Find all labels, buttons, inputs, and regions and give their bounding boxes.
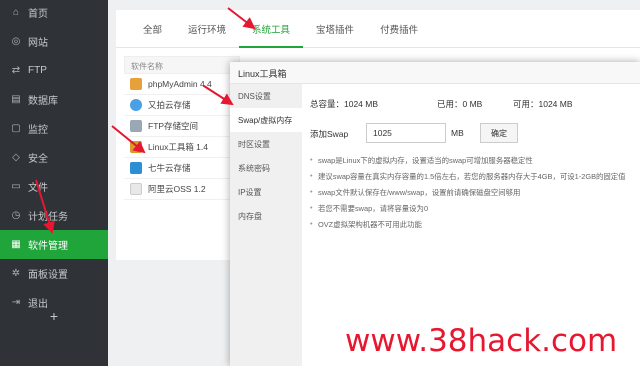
sidebar-item-settings[interactable]: ✲ 面板设置 bbox=[0, 259, 108, 288]
sidebar-item-cron[interactable]: ◷ 计划任务 bbox=[0, 201, 108, 230]
list-item[interactable]: 又拍云存储 bbox=[124, 95, 240, 116]
add-swap-label: 添加Swap bbox=[310, 129, 349, 139]
swap-size-input[interactable] bbox=[366, 123, 446, 143]
add-swap-row: 添加Swap MB 确定 bbox=[310, 123, 640, 143]
tab-all[interactable]: 全部 bbox=[130, 14, 175, 48]
confirm-button[interactable]: 确定 bbox=[480, 123, 518, 143]
globe-icon: ◎ bbox=[11, 36, 21, 47]
tip-item: swap文件默认保存在/www/swap，设置前请确保磁盘空间够用 bbox=[310, 187, 640, 203]
ftp-icon: ⇄ bbox=[11, 65, 21, 76]
logout-icon: ⇥ bbox=[11, 297, 21, 308]
sidebar-item-label: 监控 bbox=[28, 125, 48, 136]
sidebar-item-label: 面板设置 bbox=[28, 270, 68, 281]
tip-item: swap是Linux下的虚拟内存，设置适当的swap可增加服务器稳定性 bbox=[310, 155, 640, 171]
sidebar-item-label: 数据库 bbox=[28, 96, 58, 107]
list-item[interactable]: 七牛云存储 bbox=[124, 158, 240, 179]
upyun-icon bbox=[130, 99, 142, 111]
column-header: 软件名称 bbox=[124, 56, 240, 74]
add-icon[interactable]: + bbox=[0, 308, 108, 324]
sidebar-item-label: 软件管理 bbox=[28, 241, 68, 252]
tab-paid-plugins[interactable]: 付费插件 bbox=[367, 14, 431, 48]
list-item[interactable]: 阿里云OSS 1.2 bbox=[124, 179, 240, 200]
list-item[interactable]: phpMyAdmin 4.4 bbox=[124, 74, 240, 95]
nav-password[interactable]: 系统密码 bbox=[230, 156, 302, 180]
sidebar-item-website[interactable]: ◎ 网站 bbox=[0, 27, 108, 56]
tip-item: 建议swap容量在真实内存容量的1.5倍左右，若您的服务器内存大于4GB，可设1… bbox=[310, 171, 640, 187]
tab-system-tools[interactable]: 系统工具 bbox=[239, 14, 304, 48]
tab-runtime[interactable]: 运行环境 bbox=[175, 14, 239, 48]
clock-icon: ◷ bbox=[11, 210, 21, 221]
sidebar-item-files[interactable]: ▭ 文件 bbox=[0, 172, 108, 201]
toolbox-icon bbox=[130, 141, 142, 153]
nav-timezone[interactable]: 时区设置 bbox=[230, 132, 302, 156]
sidebar-item-label: 网站 bbox=[28, 38, 48, 49]
folder-icon: ▭ bbox=[11, 181, 21, 192]
sidebar-item-security[interactable]: ◇ 安全 bbox=[0, 143, 108, 172]
list-item-name: Linux工具箱 1.4 bbox=[148, 142, 208, 152]
grid-icon: ▦ bbox=[11, 239, 21, 250]
sidebar-item-label: FTP bbox=[28, 65, 47, 76]
sidebar-item-ftp[interactable]: ⇄ FTP bbox=[0, 56, 108, 85]
swap-unit: MB bbox=[451, 128, 464, 138]
list-item-name: FTP存储空间 bbox=[148, 121, 199, 131]
sidebar-item-monitor[interactable]: ▢ 监控 bbox=[0, 114, 108, 143]
dialog-nav: DNS设置 Swap/虚拟内存 时区设置 系统密码 IP设置 内存盘 bbox=[230, 84, 302, 366]
swap-available: 可用：1024 MB bbox=[513, 99, 573, 109]
nav-swap[interactable]: Swap/虚拟内存 bbox=[230, 108, 302, 132]
list-item-name: 又拍云存储 bbox=[148, 100, 191, 110]
sidebar: ⌂ 首页 ◎ 网站 ⇄ FTP ▤ 数据库 ▢ 监控 ◇ 安全 ▭ 文件 ◷ 计划任务 ▦ 软件管… bbox=[0, 0, 108, 366]
nav-ip[interactable]: IP设置 bbox=[230, 180, 302, 204]
shield-icon: ◇ bbox=[12, 152, 20, 163]
tab-bt-plugins[interactable]: 宝塔插件 bbox=[303, 14, 367, 48]
sidebar-item-label: 文件 bbox=[28, 183, 48, 194]
list-item-name: 阿里云OSS 1.2 bbox=[148, 184, 206, 194]
gear-icon: ✲ bbox=[11, 268, 21, 279]
tip-item: OVZ虚拟架构机器不可用此功能 bbox=[310, 219, 640, 235]
nav-dns[interactable]: DNS设置 bbox=[230, 84, 302, 108]
linux-toolbox-dialog: Linux工具箱 DNS设置 Swap/虚拟内存 时区设置 系统密码 IP设置 … bbox=[230, 62, 640, 366]
swap-total: 总容量：1024 MB bbox=[310, 99, 379, 109]
qiniu-icon bbox=[130, 162, 142, 174]
swap-tips: swap是Linux下的虚拟内存，设置适当的swap可增加服务器稳定性 建议sw… bbox=[310, 155, 640, 235]
tip-item: 若您不需要swap，请将容量设为0 bbox=[310, 203, 640, 219]
list-item-name: phpMyAdmin 4.4 bbox=[148, 79, 212, 89]
software-tabs: 全部 运行环境 系统工具 宝塔插件 付费插件 bbox=[116, 14, 640, 48]
sidebar-item-label: 首页 bbox=[28, 9, 48, 20]
dialog-title: Linux工具箱 bbox=[230, 62, 640, 84]
home-icon: ⌂ bbox=[12, 7, 20, 18]
sidebar-item-software[interactable]: ▦ 软件管理 bbox=[0, 230, 108, 259]
swap-used: 已用：0 MB bbox=[437, 99, 483, 109]
sidebar-item-home[interactable]: ⌂ 首页 bbox=[0, 0, 108, 27]
list-item-name: 七牛云存储 bbox=[148, 163, 191, 173]
monitor-icon: ▢ bbox=[11, 123, 21, 134]
database-icon: ▤ bbox=[11, 94, 21, 105]
list-item[interactable]: FTP存储空间 bbox=[124, 116, 240, 137]
aliyun-oss-icon bbox=[130, 183, 142, 195]
phpmyadmin-icon bbox=[130, 78, 142, 90]
watermark: www.38hack.com bbox=[345, 323, 618, 359]
ftp-storage-icon bbox=[130, 120, 142, 132]
nav-ramdisk[interactable]: 内存盘 bbox=[230, 204, 302, 228]
list-item[interactable]: Linux工具箱 1.4 bbox=[124, 137, 240, 158]
software-list: 软件名称 phpMyAdmin 4.4 又拍云存储 FTP存储空间 Linux工… bbox=[124, 56, 240, 200]
sidebar-item-label: 安全 bbox=[28, 154, 48, 165]
sidebar-item-label: 计划任务 bbox=[28, 212, 68, 223]
sidebar-item-database[interactable]: ▤ 数据库 bbox=[0, 85, 108, 114]
